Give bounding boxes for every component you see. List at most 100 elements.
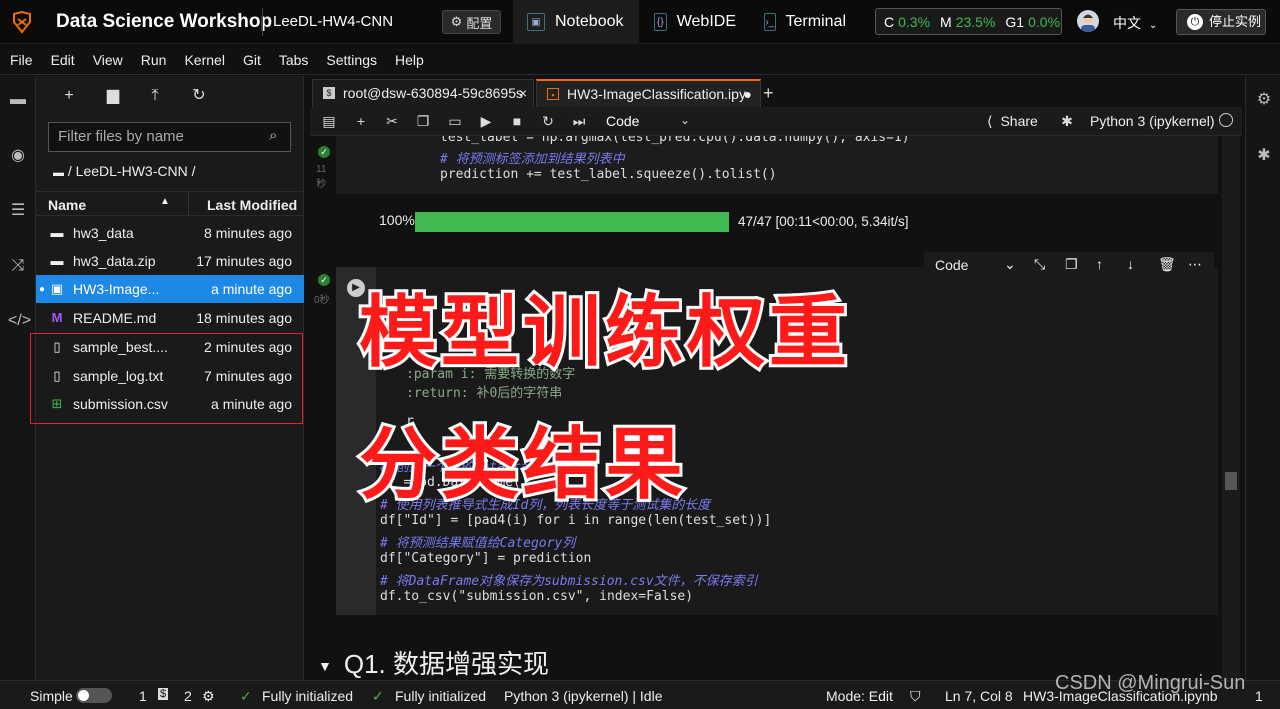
watermark: CSDN @Mingrui-Sun <box>1055 672 1246 694</box>
more-icon[interactable]: ⋯ <box>1188 256 1202 273</box>
list-icon[interactable]: ☰ <box>8 201 28 221</box>
tab-notebook-file[interactable]: ▪ HW3-ImageClassification.ipy ● <box>536 79 761 107</box>
notebook-icon: ▣ <box>527 13 545 31</box>
upload-icon[interactable]: ⤒ <box>145 86 165 106</box>
menu-kernel[interactable]: Kernel <box>184 52 224 68</box>
menu-help[interactable]: Help <box>395 52 424 68</box>
column-modified[interactable]: Last Modified <box>207 197 297 213</box>
init-status-1[interactable]: Fully initialized <box>262 688 353 704</box>
collapse-triangle-icon[interactable]: ▼ <box>318 658 332 674</box>
new-folder-icon[interactable]: ▆ <box>103 86 123 106</box>
code-line: prediction += test_label.squeeze().tolis… <box>440 167 777 182</box>
tab-terminal[interactable]: ›_ Terminal <box>750 0 860 44</box>
cut-icon[interactable]: ✂ <box>383 113 401 130</box>
scrollbar[interactable] <box>1222 136 1240 680</box>
language-label: 中文 <box>1113 15 1141 31</box>
new-tab-icon[interactable]: + <box>763 83 774 104</box>
paste-icon[interactable]: ▭ <box>446 113 464 130</box>
tab-webide[interactable]: {} WebIDE <box>640 0 750 44</box>
filter-input[interactable]: Filter files by name <box>48 122 291 152</box>
run-icon[interactable]: ▶ <box>477 113 495 130</box>
settings-gears-icon[interactable]: ⚙ <box>1254 90 1274 110</box>
app-logo-icon[interactable] <box>10 10 34 34</box>
resource-monitor[interactable]: C 0.3% M 23.5% G1 0.0% <box>875 8 1062 35</box>
kernel-status[interactable]: Python 3 (ipykernel) | Idle <box>504 688 663 704</box>
kernel-count[interactable]: 2 <box>184 688 192 704</box>
shuffle-icon[interactable]: ⤨ <box>8 256 28 276</box>
heading-text: Q1. 数据增强实现 <box>343 649 549 679</box>
shield-icon[interactable]: ⛉ <box>910 688 921 705</box>
duplicate-icon[interactable]: ❐ <box>1065 256 1078 273</box>
menu-tabs[interactable]: Tabs <box>279 52 309 68</box>
markdown-icon: M <box>51 310 63 325</box>
folder-icon[interactable]: ▬ <box>8 90 28 110</box>
file-row[interactable]: M README.md 18 minutes ago <box>36 304 304 332</box>
tab-terminal-session[interactable]: $ root@dsw-630894-59c8695s × <box>312 79 534 107</box>
app-title: Data Science Workshop <box>56 11 273 32</box>
breadcrumb[interactable]: ▬ / LeeDL-HW3-CNN / <box>53 163 195 179</box>
scroll-thumb[interactable] <box>1225 472 1237 490</box>
cursor-position[interactable]: Ln 7, Col 8 <box>945 688 1013 704</box>
delete-icon[interactable]: 🗑 <box>1158 256 1176 273</box>
close-icon[interactable]: × <box>519 85 527 101</box>
stop-icon[interactable]: ■ <box>508 113 526 129</box>
chevron-down-icon: ⌄ <box>680 113 691 127</box>
menu-file[interactable]: File <box>10 52 33 68</box>
init-status-2[interactable]: Fully initialized <box>395 688 486 704</box>
cell-type-select[interactable]: Code <box>935 257 968 273</box>
search-icon: ⌕ <box>269 127 278 144</box>
menu-edit[interactable]: Edit <box>51 52 75 68</box>
notification-count[interactable]: 1 <box>1255 688 1263 704</box>
project-name[interactable]: LeeDL-HW4-CNN <box>273 13 393 30</box>
edit-mode[interactable]: Mode: Edit <box>826 688 893 704</box>
notebook-icon: ▪ <box>547 88 559 100</box>
divider <box>262 8 263 36</box>
file-row[interactable]: ▬ hw3_data 8 minutes ago <box>36 219 304 247</box>
stop-instance-button[interactable]: ⏻ 停止实例 <box>1176 9 1266 35</box>
progress-percent: 100% <box>379 212 415 228</box>
cpu-label: C <box>884 13 895 30</box>
overlay-title-line1: 模型训练权重 <box>356 285 852 379</box>
menu-run[interactable]: Run <box>141 52 167 68</box>
file-row-selected[interactable]: ● ▣ HW3-Image... a minute ago <box>36 275 304 303</box>
kernel-name[interactable]: Python 3 (ipykernel) <box>1090 113 1215 129</box>
language-selector[interactable]: 中文 ⌄ <box>1113 13 1157 33</box>
file-row[interactable]: ▬ hw3_data.zip 17 minutes ago <box>36 247 304 275</box>
menu-settings[interactable]: Settings <box>326 52 377 68</box>
new-file-icon[interactable]: + <box>59 86 79 106</box>
simple-mode-toggle[interactable] <box>76 688 112 703</box>
progress-stats: 47/47 [00:11<00:00, 5.34it/s] <box>738 214 909 229</box>
code-cell[interactable]: test_label = np.argmax(test_pred.cpu().d… <box>336 136 1218 194</box>
tab-notebook[interactable]: ▣ Notebook <box>513 0 639 44</box>
running-icon[interactable]: ◉ <box>8 146 28 166</box>
check-icon: ✓ <box>240 688 252 704</box>
section-heading[interactable]: ▼ Q1. 数据增强实现 <box>318 644 549 680</box>
terminal-count[interactable]: 1 <box>139 688 147 704</box>
share-button[interactable]: ⟨ Share <box>987 113 1038 130</box>
move-down-icon[interactable]: ↓ <box>1127 256 1134 272</box>
terminal-icon: $ <box>158 688 169 700</box>
refresh-icon[interactable]: ↻ <box>189 86 209 106</box>
memory-label: M <box>940 13 952 30</box>
cell-type-select[interactable]: Code <box>606 113 639 129</box>
collapse-icon[interactable]: ⤡ <box>1034 256 1045 273</box>
fast-forward-icon[interactable]: ⏭ <box>570 113 588 130</box>
bug-icon[interactable]: ✱ <box>1058 113 1076 130</box>
menu-view[interactable]: View <box>93 52 123 68</box>
save-icon[interactable]: ▤ <box>320 113 338 130</box>
code-icon[interactable]: </> <box>8 311 31 331</box>
copy-icon[interactable]: ❐ <box>414 113 432 130</box>
modified-dot-icon: ● <box>39 284 46 295</box>
menu-git[interactable]: Git <box>243 52 261 68</box>
column-name[interactable]: Name <box>48 197 86 213</box>
overlay-title-line2: 分类结果 <box>356 417 688 511</box>
add-cell-icon[interactable]: + <box>352 113 370 129</box>
move-up-icon[interactable]: ↑ <box>1096 256 1103 272</box>
config-button[interactable]: ⚙ 配置 <box>442 10 501 34</box>
avatar[interactable] <box>1077 10 1099 32</box>
bug-icon[interactable]: ✱ <box>1254 146 1274 166</box>
chevron-down-icon[interactable]: ⌄ <box>1004 256 1016 273</box>
code-line: :return: 补0后的字符串 <box>406 386 563 401</box>
restart-icon[interactable]: ↻ <box>539 113 557 130</box>
unsaved-dot-icon[interactable]: ● <box>744 86 752 102</box>
